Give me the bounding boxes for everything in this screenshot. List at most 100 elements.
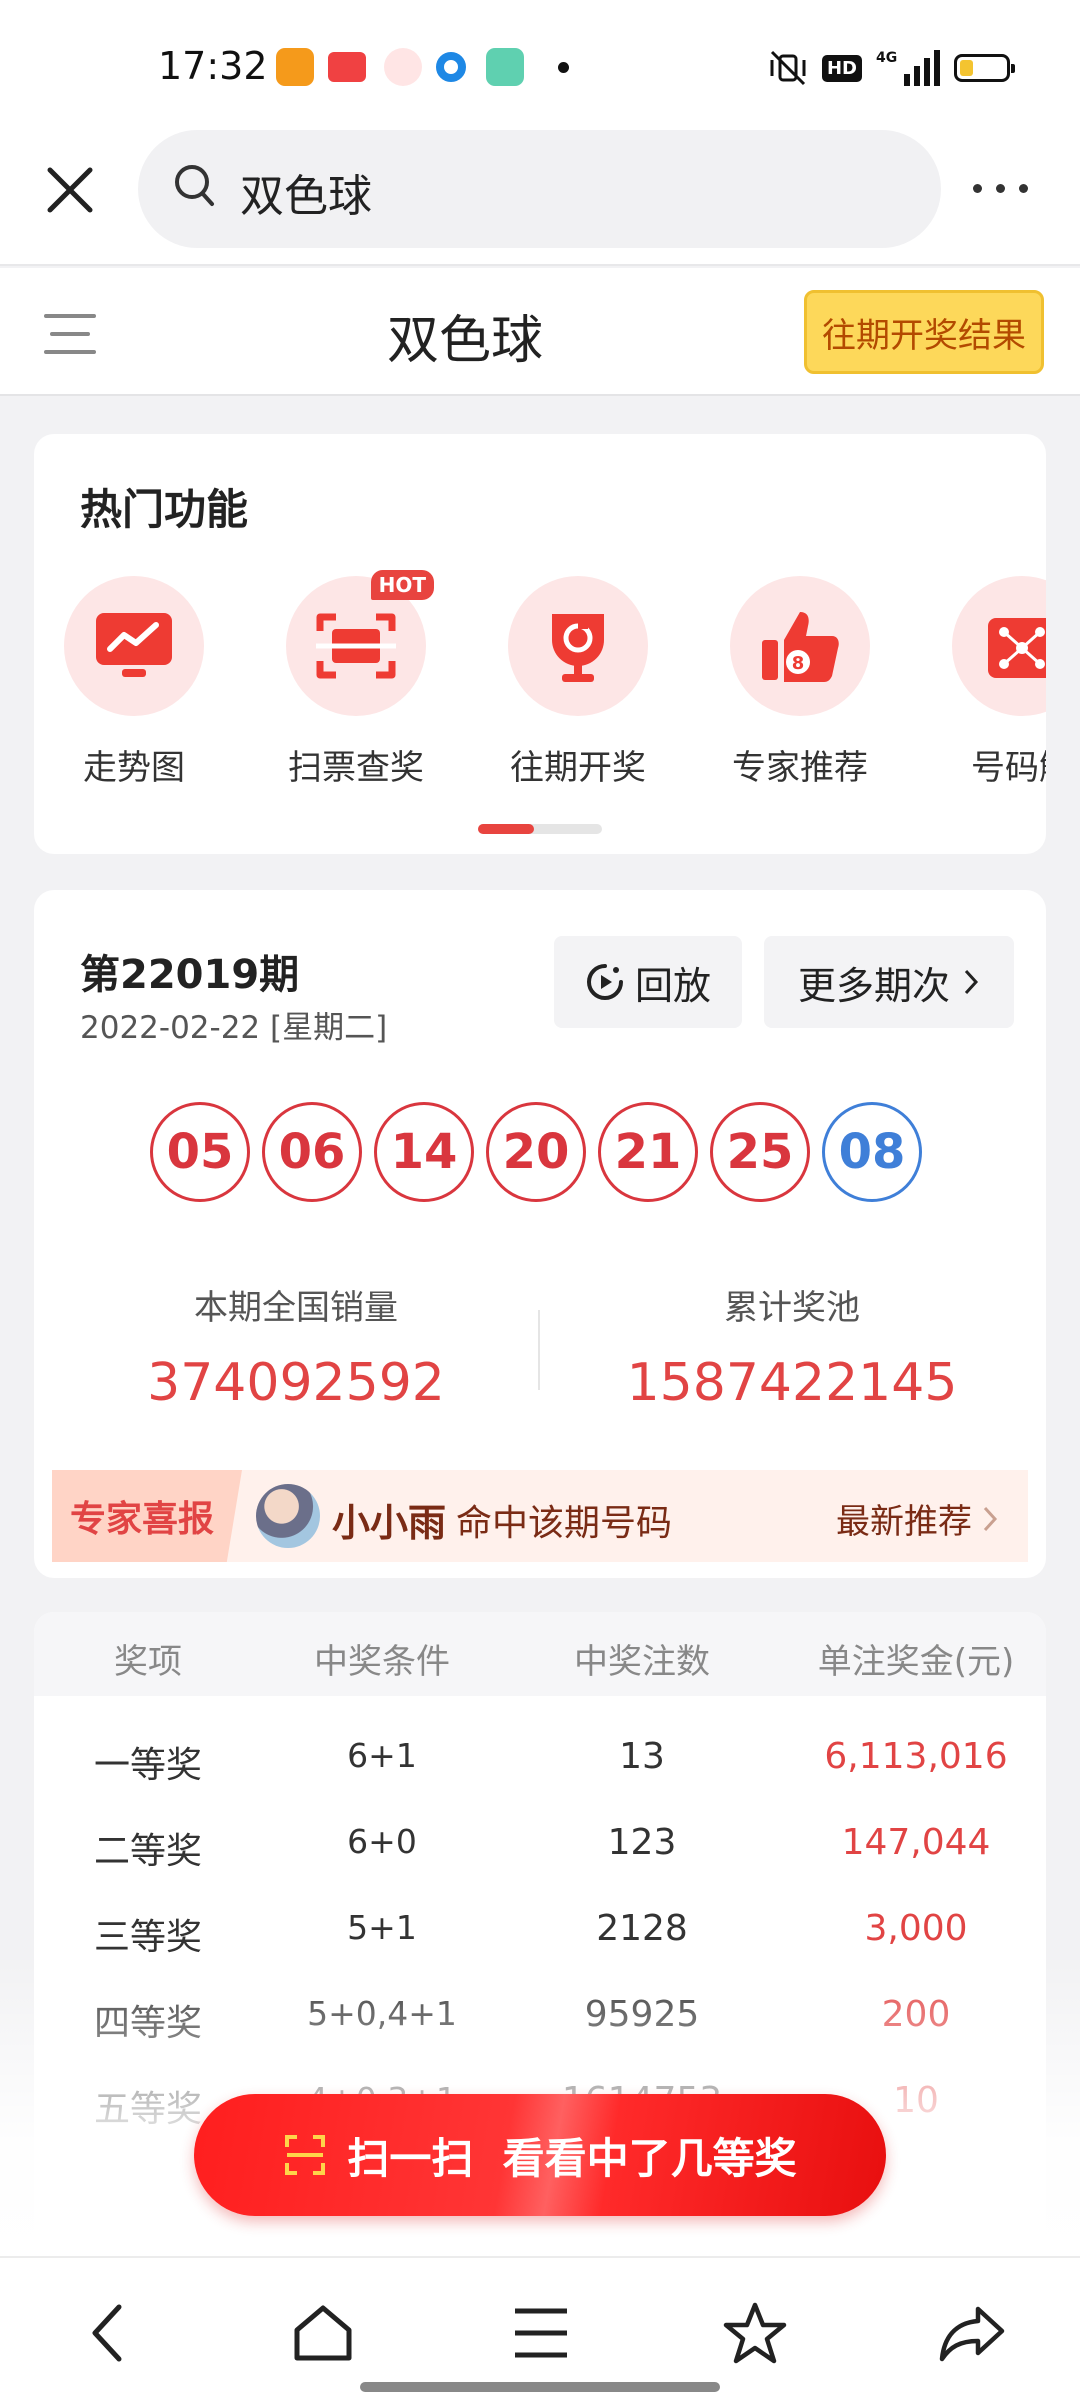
- scan-button-label: 扫一扫 看看中了几等奖: [347, 2133, 797, 2183]
- hd-icon: HD: [821, 54, 862, 82]
- sales-label: 本期全国销量: [194, 1288, 398, 1328]
- latest-recommend-label: 最新推荐: [836, 1502, 972, 1542]
- feature-label: 专家推荐: [732, 748, 868, 788]
- home-button[interactable]: [288, 2298, 358, 2368]
- svg-text:8: 8: [792, 653, 805, 674]
- chevron-right-icon: [983, 1506, 998, 1531]
- feature-circle: [64, 576, 204, 716]
- favorites-button[interactable]: [720, 2298, 790, 2368]
- column-header: 中奖条件: [314, 1642, 450, 1682]
- history-results-button[interactable]: 往期开奖结果: [804, 290, 1044, 374]
- scroll-thumb: [478, 824, 534, 834]
- draw-result-card: 第22019期 2022-02-22 [星期二] 回放 更多期次 05 06 1…: [34, 890, 1046, 1578]
- red-ball: 25: [710, 1102, 810, 1202]
- prize-count: 2128: [596, 1908, 688, 1949]
- feature-scroll-indicator: [478, 824, 602, 834]
- fang-app-icon: [276, 48, 314, 86]
- page-title: 双色球: [386, 311, 543, 371]
- back-button[interactable]: [72, 2298, 142, 2368]
- prize-count: 95925: [584, 1994, 700, 2035]
- status-bar: 17:32 HD 4G: [0, 0, 1080, 130]
- table-row: 三等奖 5+1 2128 3,000: [34, 1888, 1046, 1974]
- chevron-right-icon: [964, 969, 979, 995]
- dot-icon: [995, 183, 1005, 193]
- prize-condition: 6+0: [347, 1822, 417, 1861]
- issue-date: 2022-02-22 [星期二]: [80, 1010, 388, 1046]
- feature-label: 号码解: [971, 748, 1046, 788]
- status-right: HD 4G: [768, 46, 1015, 90]
- toutiao-app-icon: [328, 52, 366, 82]
- browser-bottom-nav: [0, 2256, 1080, 2400]
- chevron-left-icon: [92, 2304, 122, 2362]
- menu-button[interactable]: [506, 2298, 576, 2368]
- table-row: 四等奖 5+0,4+1 95925 200: [34, 1974, 1046, 2060]
- column-header: 奖项: [114, 1642, 182, 1682]
- map-app-icon: [384, 48, 422, 86]
- signal-icon: 4G: [876, 50, 940, 86]
- prize-level: 三等奖: [93, 1917, 202, 1958]
- trend-chart-icon: [96, 613, 172, 677]
- battery-level: [960, 60, 973, 76]
- expert-name: 小小雨: [332, 1501, 447, 1545]
- red-ball: 14: [374, 1102, 474, 1202]
- prize-level: 二等奖: [93, 1831, 202, 1872]
- table-header: 奖项 中奖条件 中奖注数 单注奖金(元): [34, 1612, 1046, 1696]
- replay-button[interactable]: 回放: [554, 936, 742, 1028]
- hot-features-card: 热门功能 走势图 HOT 扫票查奖 往期开奖 8 专家推荐 号码解: [34, 434, 1046, 854]
- feature-number-analysis[interactable]: 号码解: [922, 576, 1046, 789]
- scan-ticket-icon: [316, 613, 396, 679]
- sales-value: 374092592: [147, 1353, 445, 1413]
- thumbs-up-icon: 8: [762, 612, 839, 682]
- search-bar: 双色球: [0, 130, 1080, 266]
- issue-number: 第22019期: [80, 952, 300, 998]
- feature-past-draws[interactable]: 往期开奖: [478, 576, 678, 789]
- pool-label: 累计奖池: [724, 1288, 860, 1328]
- red-ball: 05: [150, 1102, 250, 1202]
- red-ball: 06: [262, 1102, 362, 1202]
- prize-amount: 147,044: [841, 1822, 991, 1863]
- dot-icon: [972, 183, 982, 193]
- notification-dot-icon: [558, 62, 569, 73]
- scan-ticket-button[interactable]: 扫一扫 看看中了几等奖: [194, 2094, 886, 2216]
- home-icon: [294, 2305, 352, 2361]
- status-time: 17:32: [158, 44, 268, 88]
- feature-label: 扫票查奖: [288, 748, 424, 788]
- feature-label: 走势图: [83, 748, 185, 788]
- red-ball: 21: [598, 1102, 698, 1202]
- feature-label: 往期开奖: [510, 748, 646, 788]
- home-indicator[interactable]: [360, 2382, 720, 2392]
- column-header: 中奖注数: [574, 1642, 710, 1682]
- column-header: 单注奖金(元): [817, 1642, 1015, 1682]
- expert-text: 命中该期号码: [456, 1503, 673, 1544]
- share-icon: [939, 2306, 1005, 2362]
- mute-vibrate-icon: [770, 50, 806, 86]
- search-icon: [175, 165, 214, 206]
- red-ball: 20: [486, 1102, 586, 1202]
- prize-count: 13: [619, 1736, 665, 1777]
- prize-amount: 200: [881, 1994, 951, 2035]
- latest-recommend-link[interactable]: 最新推荐: [836, 1494, 998, 1543]
- battery-icon: [954, 54, 1015, 82]
- number-analysis-icon: [988, 618, 1046, 678]
- close-icon[interactable]: [40, 160, 100, 220]
- feature-circle: [952, 576, 1046, 716]
- prize-count: 123: [607, 1822, 677, 1863]
- prize-level: 四等奖: [93, 2003, 202, 2044]
- prize-condition: 5+0,4+1: [307, 1994, 457, 2033]
- feature-trend-chart[interactable]: 走势图: [34, 576, 234, 789]
- menu-lines-icon: [515, 2308, 567, 2358]
- feature-scan-ticket[interactable]: HOT 扫票查奖: [256, 570, 456, 789]
- expert-banner[interactable]: 专家喜报 小小雨 命中该期号码 最新推荐: [52, 1470, 1028, 1562]
- feature-circle: HOT: [286, 570, 434, 716]
- search-input[interactable]: 双色球: [138, 130, 941, 248]
- prize-condition: 6+1: [347, 1736, 417, 1775]
- blue-ball: 08: [822, 1102, 922, 1202]
- prize-amount: 3,000: [864, 1908, 968, 1949]
- more-issues-button[interactable]: 更多期次: [764, 936, 1014, 1028]
- svg-text:4G: 4G: [876, 50, 897, 66]
- more-options-button[interactable]: [960, 168, 1040, 208]
- share-button[interactable]: [938, 2298, 1008, 2368]
- gallery-app-icon: [486, 48, 524, 86]
- prize-level: 一等奖: [93, 1745, 202, 1786]
- feature-expert-picks[interactable]: 8 专家推荐: [700, 576, 900, 789]
